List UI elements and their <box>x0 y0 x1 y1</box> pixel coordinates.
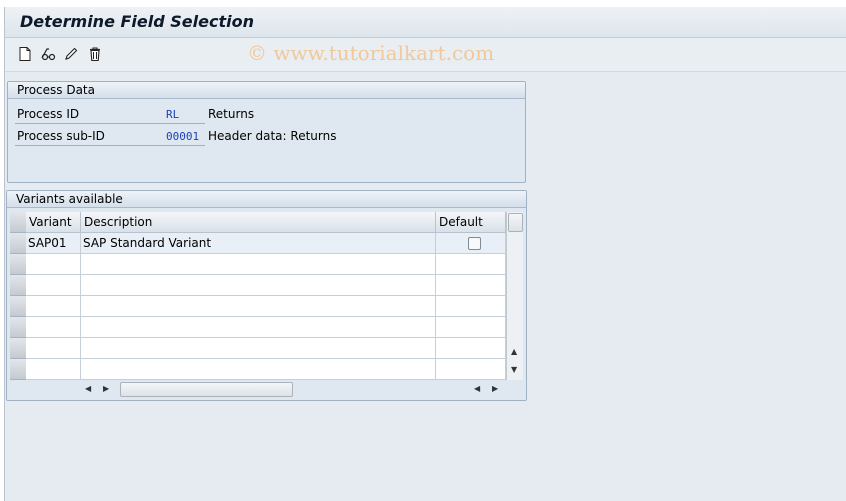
scroll-left-end-arrow-icon[interactable]: ◀ <box>474 384 480 393</box>
row-selector[interactable] <box>10 359 27 380</box>
variant-cell[interactable] <box>26 254 81 275</box>
variant-cell[interactable] <box>26 275 81 296</box>
variant-cell[interactable] <box>26 338 81 359</box>
variant-cell[interactable]: SAP01 <box>26 233 81 254</box>
variant-cell[interactable] <box>26 359 81 380</box>
vertical-scrollbar[interactable]: ▲ ▼ <box>506 212 523 380</box>
process-data-heading: Process Data <box>17 83 95 97</box>
process-id-underline <box>15 123 205 124</box>
default-cell <box>436 317 506 338</box>
process-sub-id-label: Process sub-ID <box>17 129 105 143</box>
column-header-description-label: Description <box>84 215 153 229</box>
variant-cell[interactable] <box>26 317 81 338</box>
window-title: Determine Field Selection <box>20 12 254 31</box>
column-header-variant[interactable]: Variant <box>26 212 81 233</box>
row-selector[interactable] <box>10 275 27 296</box>
variant-value: SAP01 <box>28 236 67 250</box>
scroll-down-arrow-icon[interactable]: ▼ <box>511 365 517 374</box>
default-cell <box>436 254 506 275</box>
description-cell[interactable] <box>81 317 436 338</box>
description-value: SAP Standard Variant <box>83 236 212 250</box>
default-cell <box>436 233 506 254</box>
default-checkbox[interactable] <box>468 237 481 250</box>
column-header-default[interactable]: Default <box>436 212 506 233</box>
process-data-header: Process Data <box>8 82 525 99</box>
vertical-scroll-thumb[interactable] <box>508 213 523 232</box>
row-selector[interactable] <box>10 233 27 254</box>
description-cell[interactable] <box>81 359 436 380</box>
title-bar: Determine Field Selection <box>5 7 846 38</box>
variants-group: Variants available Variant Description D… <box>6 190 527 401</box>
display-glasses-icon[interactable] <box>40 46 56 62</box>
description-cell[interactable] <box>81 296 436 317</box>
process-data-group: Process Data Process ID RL Returns Proce… <box>7 81 526 183</box>
new-document-icon[interactable] <box>17 46 33 62</box>
select-all-cell[interactable] <box>10 212 27 233</box>
default-cell <box>436 359 506 380</box>
process-id-description: Returns <box>208 107 255 121</box>
description-cell[interactable] <box>81 254 436 275</box>
variants-heading: Variants available <box>16 192 123 206</box>
scroll-right-arrow-icon[interactable]: ▶ <box>103 384 109 393</box>
column-header-default-label: Default <box>439 215 483 229</box>
column-header-variant-label: Variant <box>29 215 72 229</box>
variants-header: Variants available <box>7 191 526 208</box>
horizontal-scrollbar[interactable]: ◀ ▶ ◀ ▶ <box>81 381 509 397</box>
process-sub-id-description: Header data: Returns <box>208 129 337 143</box>
default-cell <box>436 338 506 359</box>
edit-pencil-icon[interactable] <box>63 46 79 62</box>
watermark-text: © www.tutorialkart.com <box>247 41 495 65</box>
main-window: Determine Field Selection © www.tutorial… <box>4 7 846 501</box>
delete-trash-icon[interactable] <box>87 46 103 62</box>
description-cell[interactable]: SAP Standard Variant <box>81 233 436 254</box>
process-sub-id-underline <box>15 145 205 146</box>
description-cell[interactable] <box>81 338 436 359</box>
row-selector[interactable] <box>10 338 27 359</box>
application-toolbar: © www.tutorialkart.com <box>5 38 846 72</box>
row-selector[interactable] <box>10 254 27 275</box>
scroll-left-arrow-icon[interactable]: ◀ <box>85 384 91 393</box>
variant-cell[interactable] <box>26 296 81 317</box>
row-selector[interactable] <box>10 296 27 317</box>
process-id-label: Process ID <box>17 107 80 121</box>
scroll-right-end-arrow-icon[interactable]: ▶ <box>492 384 498 393</box>
process-sub-id-value: 00001 <box>166 130 200 143</box>
default-cell <box>436 296 506 317</box>
default-cell <box>436 275 506 296</box>
horizontal-scroll-thumb[interactable] <box>120 382 293 397</box>
row-selector[interactable] <box>10 317 27 338</box>
description-cell[interactable] <box>81 275 436 296</box>
column-header-description[interactable]: Description <box>81 212 436 233</box>
process-id-value: RL <box>166 108 180 121</box>
scroll-up-arrow-icon[interactable]: ▲ <box>511 347 517 356</box>
